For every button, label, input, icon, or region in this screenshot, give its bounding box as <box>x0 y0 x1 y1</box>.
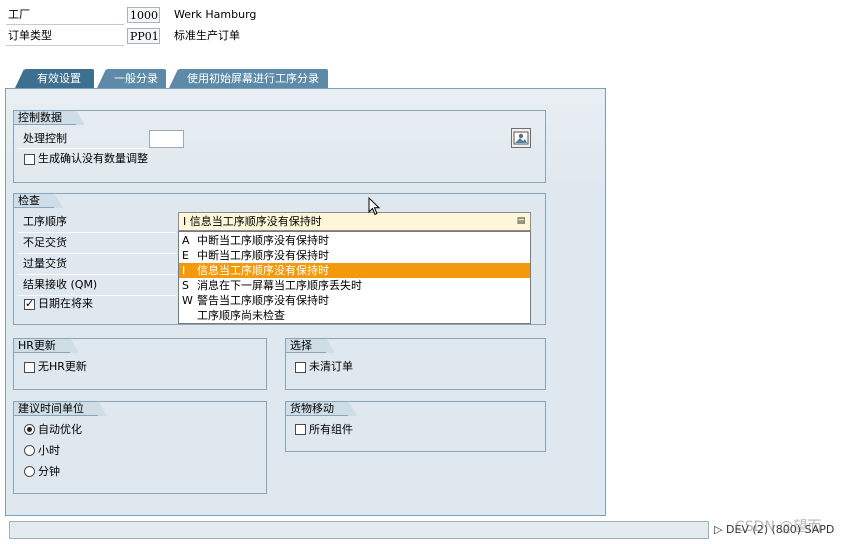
dropdown-list: A 中断当工序顺序没有保持时 E 中断当工序顺序没有保持时 I 信息当工序顺序没… <box>178 231 531 324</box>
date-future-checkbox[interactable] <box>24 297 35 311</box>
tab-initial-screen-entry[interactable]: 使用初始屏幕进行工序分录 <box>169 69 328 88</box>
dropdown-option[interactable]: W 警告当工序顺序没有保持时 <box>179 293 530 308</box>
group-title: 货物移动 <box>286 401 357 416</box>
divider <box>6 24 124 25</box>
divider <box>18 148 148 149</box>
group-title: HR更新 <box>14 338 79 353</box>
divider <box>18 295 176 296</box>
operation-sequence-label: 工序顺序 <box>23 215 67 228</box>
option-text: 中断当工序顺序没有保持时 <box>197 234 329 247</box>
minute-radio[interactable] <box>24 466 35 477</box>
processing-control-label: 处理控制 <box>23 132 67 145</box>
option-key: W <box>182 294 193 307</box>
date-future-label: 日期在将来 <box>38 297 93 310</box>
divider <box>6 45 124 46</box>
result-recording-label: 结果接收 (QM) <box>23 278 98 291</box>
over-delivery-label: 过量交货 <box>23 257 67 270</box>
option-text: 信息当工序顺序没有保持时 <box>197 264 329 277</box>
tab-general-entry[interactable]: 一般分录 <box>97 69 166 88</box>
picture-icon[interactable] <box>511 128 531 148</box>
dropdown-option[interactable]: S 消息在下一屏幕当工序顺序丢失时 <box>179 278 530 293</box>
no-hr-update-checkbox[interactable] <box>24 362 35 373</box>
tab-effective-settings[interactable]: 有效设置 <box>15 69 94 88</box>
option-key: I <box>182 264 186 277</box>
under-delivery-label: 不足交货 <box>23 236 67 249</box>
order-type-code-field[interactable]: PP01 <box>127 28 160 44</box>
mouse-cursor-icon <box>368 197 381 216</box>
option-key: E <box>182 249 189 262</box>
auto-optimize-radio[interactable] <box>24 424 35 435</box>
group-title: 建议时间单位 <box>14 401 107 416</box>
group-title: 检查 <box>14 193 63 208</box>
option-key: A <box>182 234 190 247</box>
option-text: 中断当工序顺序没有保持时 <box>197 249 329 262</box>
option-text: 警告当工序顺序没有保持时 <box>197 294 329 307</box>
dropdown-value: I 信息当工序顺序没有保持时 <box>183 215 322 228</box>
auto-optimize-label: 自动优化 <box>38 423 82 436</box>
minute-label: 分钟 <box>38 465 60 478</box>
no-hr-update-label: 无HR更新 <box>38 360 87 373</box>
dropdown-toggle-icon[interactable]: ▤ <box>516 216 526 227</box>
plant-code-field[interactable]: 1000 <box>127 7 160 23</box>
option-key: S <box>182 279 189 292</box>
option-text: 工序顺序尚未检查 <box>197 309 285 322</box>
group-title: 选择 <box>286 338 335 353</box>
watermark: CSDN @望而 <box>735 519 822 535</box>
plant-label: 工厂 <box>8 8 30 21</box>
dropdown-option[interactable]: E 中断当工序顺序没有保持时 <box>179 248 530 263</box>
tab-label: 有效设置 <box>37 72 81 85</box>
option-text: 消息在下一屏幕当工序顺序丢失时 <box>197 279 362 292</box>
all-components-checkbox[interactable] <box>295 424 306 435</box>
order-type-name: 标准生产订单 <box>174 29 240 42</box>
gen-confirm-checkbox[interactable] <box>24 154 35 165</box>
dropdown-option[interactable]: 工序顺序尚未检查 <box>179 308 530 323</box>
group-title: 控制数据 <box>14 110 85 125</box>
play-icon[interactable]: ▷ <box>714 523 722 536</box>
order-type-label: 订单类型 <box>8 29 52 42</box>
all-components-label: 所有组件 <box>309 423 353 436</box>
dropdown-option-selected[interactable]: I 信息当工序顺序没有保持时 <box>179 263 530 278</box>
control-data-group: 控制数据 <box>13 110 546 183</box>
gen-confirm-label: 生成确认没有数量调整 <box>38 152 148 165</box>
status-bar <box>9 521 709 539</box>
plant-name: Werk Hamburg <box>174 8 257 21</box>
operation-sequence-dropdown[interactable]: I 信息当工序顺序没有保持时 ▤ <box>178 212 531 231</box>
dropdown-option[interactable]: A 中断当工序顺序没有保持时 <box>179 233 530 248</box>
hour-radio[interactable] <box>24 445 35 456</box>
tab-label: 使用初始屏幕进行工序分录 <box>187 72 319 85</box>
hour-label: 小时 <box>38 444 60 457</box>
tab-label: 一般分录 <box>114 72 158 85</box>
processing-control-input[interactable] <box>149 130 184 148</box>
open-orders-label: 未清订单 <box>309 360 353 373</box>
open-orders-checkbox[interactable] <box>295 362 306 373</box>
